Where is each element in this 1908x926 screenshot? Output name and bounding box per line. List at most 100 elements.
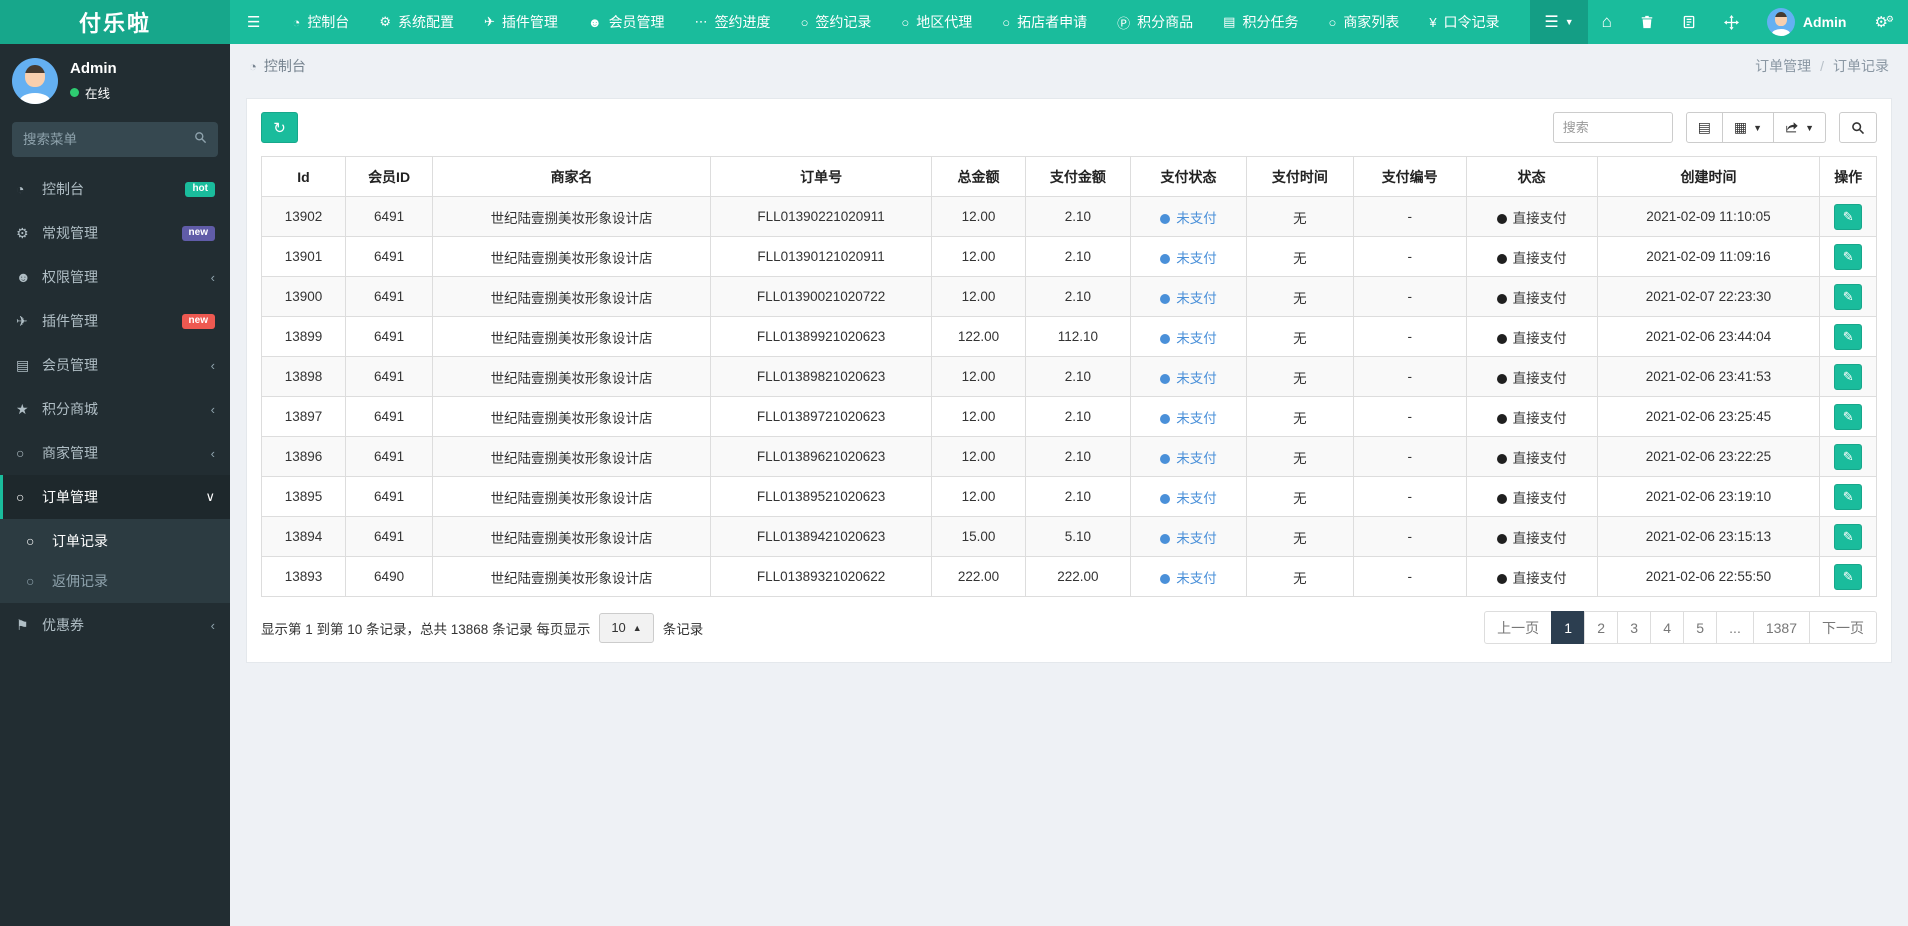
- sidebar-item-coupon[interactable]: ⚑ 优惠券 ‹: [0, 603, 230, 647]
- edit-button[interactable]: ✎: [1834, 203, 1863, 230]
- sidebar-item-order[interactable]: ○ 订单管理 ∨: [0, 475, 230, 519]
- topnav-item-label: 拓店者申请: [1017, 14, 1088, 30]
- pagination-next[interactable]: 下一页: [1809, 611, 1877, 644]
- status-dot-icon: [1496, 413, 1507, 424]
- online-status-label: 在线: [85, 87, 111, 101]
- status-dot-icon: [1160, 413, 1171, 424]
- per-page-dropdown[interactable]: 10 ▲: [599, 612, 654, 643]
- sidebar-toggle-button[interactable]: ☰: [230, 0, 277, 44]
- topnav-item-console[interactable]: ◔ 控制台: [277, 0, 364, 44]
- pencil-icon: ✎: [1842, 409, 1854, 424]
- topnav-item-sign-progress[interactable]: ⋯ 签约进度: [680, 0, 786, 44]
- topnav-item-label: 插件管理: [501, 14, 558, 30]
- pencil-icon: ✎: [1842, 209, 1854, 224]
- circle-icon: ○: [16, 489, 25, 505]
- search-button[interactable]: [1839, 112, 1877, 143]
- home-button[interactable]: ⌂: [1588, 0, 1626, 44]
- quick-menu-dropdown[interactable]: ☰ ▼: [1530, 0, 1588, 44]
- refresh-icon: ↻: [273, 119, 286, 137]
- search-icon: [195, 131, 207, 143]
- topnav-item-merchant-list[interactable]: ○ 商家列表: [1313, 0, 1414, 44]
- pay-status-label[interactable]: 未支付: [1176, 531, 1217, 546]
- pay-status-label[interactable]: 未支付: [1176, 411, 1217, 426]
- clear-cache-button[interactable]: [1668, 0, 1710, 44]
- edit-button[interactable]: ✎: [1834, 563, 1863, 590]
- cell-pay_no: -: [1352, 276, 1467, 317]
- sidebar-item-points-mall[interactable]: ★ 积分商城 ‹: [0, 387, 230, 431]
- pay-status-label[interactable]: 未支付: [1176, 371, 1217, 386]
- cell-pay_time: 无: [1246, 516, 1354, 557]
- topnav-item-store-apply[interactable]: ○ 拓店者申请: [987, 0, 1102, 44]
- status-label: 直接支付: [1512, 570, 1567, 586]
- sidebar-subitem-rebate-record[interactable]: ○ 返佣记录: [0, 561, 230, 601]
- online-dot-icon: [70, 88, 79, 97]
- cell-pay_status: 未支付: [1129, 356, 1248, 397]
- list-icon: ▤: [16, 356, 30, 373]
- cell-member_id: 6491: [344, 516, 434, 557]
- edit-button[interactable]: ✎: [1834, 283, 1863, 310]
- hamburger-icon: ☰: [247, 14, 261, 31]
- pagination-prev[interactable]: 上一页: [1484, 611, 1553, 644]
- settings-button[interactable]: ⚙ ⚙: [1860, 0, 1908, 44]
- pay-status-label[interactable]: 未支付: [1176, 571, 1217, 586]
- detail-view-button[interactable]: ▤: [1685, 112, 1723, 143]
- edit-button[interactable]: ✎: [1834, 243, 1863, 270]
- topnav-item-region-agent[interactable]: ○ 地区代理: [886, 0, 987, 44]
- sidebar-item-label: 常规管理: [42, 225, 98, 241]
- paper-plane-icon: ✈: [16, 312, 28, 329]
- edit-button[interactable]: ✎: [1834, 523, 1863, 550]
- topnav-item-member[interactable]: ☻ 会员管理: [573, 0, 680, 44]
- pay-status-label[interactable]: 未支付: [1176, 491, 1217, 506]
- topnav-item-password-record[interactable]: ¥ 口令记录: [1414, 0, 1514, 44]
- cell-total: 12.00: [931, 276, 1026, 317]
- sidebar-item-general[interactable]: ⚙ 常规管理 new: [0, 211, 230, 255]
- topnav-item-sign-record[interactable]: ○ 签约记录: [786, 0, 887, 44]
- trash-button[interactable]: [1626, 0, 1668, 44]
- pay-status-label[interactable]: 未支付: [1176, 211, 1217, 226]
- edit-button[interactable]: ✎: [1834, 363, 1863, 390]
- pay-status-label[interactable]: 未支付: [1176, 331, 1217, 346]
- pagination-page-1[interactable]: 1: [1551, 611, 1586, 644]
- edit-button[interactable]: ✎: [1834, 483, 1863, 510]
- fullscreen-button[interactable]: [1710, 0, 1753, 44]
- edit-button[interactable]: ✎: [1834, 323, 1863, 350]
- topnav-item-points-product[interactable]: Ⓟ 积分商品: [1102, 0, 1208, 44]
- refresh-button[interactable]: ↻: [261, 112, 298, 143]
- sidebar-item-console[interactable]: ◔ 控制台 hot: [0, 167, 230, 211]
- topnav-item-points-task[interactable]: ▤ 积分任务: [1208, 0, 1313, 44]
- topnav-item-label: 会员管理: [608, 14, 665, 30]
- edit-button[interactable]: ✎: [1834, 403, 1863, 430]
- status-dot-icon: [1496, 293, 1507, 304]
- pagination-page-3[interactable]: 3: [1617, 611, 1652, 644]
- brand[interactable]: 付乐啦: [0, 0, 230, 44]
- sidebar-search-input[interactable]: [23, 132, 194, 147]
- cell-id: 13900: [261, 276, 346, 317]
- export-button[interactable]: ▼: [1773, 112, 1826, 143]
- column-header: 商家名: [432, 156, 711, 197]
- cell-status: 直接支付: [1465, 356, 1598, 397]
- pay-status-label[interactable]: 未支付: [1176, 251, 1217, 266]
- sidebar-item-merchant[interactable]: ○ 商家管理 ‹: [0, 431, 230, 475]
- caret-down-icon: ▼: [1753, 122, 1763, 133]
- pay-status-label[interactable]: 未支付: [1176, 451, 1217, 466]
- user-menu[interactable]: Admin: [1753, 0, 1861, 44]
- topbar-username: Admin: [1802, 14, 1847, 30]
- pagination-page-1387[interactable]: 1387: [1752, 611, 1810, 644]
- pagination-page-5[interactable]: 5: [1683, 611, 1718, 644]
- table-search-input[interactable]: [1552, 112, 1673, 143]
- edit-button[interactable]: ✎: [1834, 443, 1863, 470]
- topnav-item-system-config[interactable]: ⚙ 系统配置: [364, 0, 469, 44]
- pagination-page-...[interactable]: ...: [1716, 611, 1754, 644]
- avatar: [1766, 8, 1795, 36]
- sidebar-item-permission[interactable]: ☻ 权限管理 ‹: [0, 255, 230, 299]
- pagination-page-2[interactable]: 2: [1584, 611, 1619, 644]
- pagination-page-4[interactable]: 4: [1650, 611, 1685, 644]
- sidebar-subitem-order-record[interactable]: ○ 订单记录: [0, 521, 230, 561]
- pay-status-label[interactable]: 未支付: [1176, 291, 1217, 306]
- dashboard-icon: ◔: [292, 14, 301, 30]
- topnav-item-plugin[interactable]: ✈ 插件管理: [469, 0, 573, 44]
- sidebar-item-member[interactable]: ▤ 会员管理 ‹: [0, 343, 230, 387]
- columns-button[interactable]: ▦ ▼: [1721, 112, 1775, 143]
- sidebar-item-plugin[interactable]: ✈ 插件管理 new: [0, 299, 230, 343]
- badge-new: new: [181, 313, 215, 329]
